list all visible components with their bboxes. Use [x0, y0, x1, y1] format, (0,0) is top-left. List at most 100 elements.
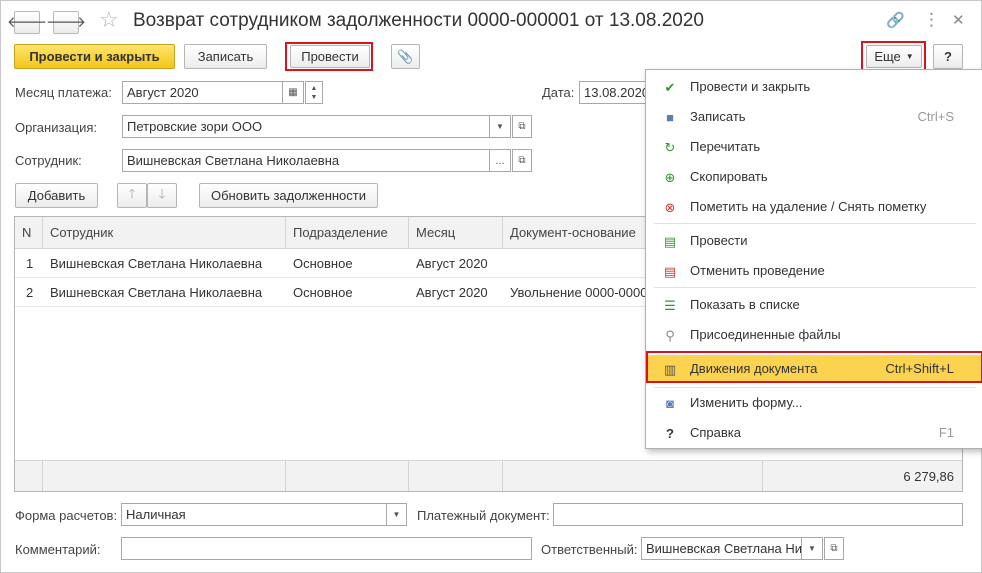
menu-item-label: Изменить форму... [690, 395, 803, 410]
payment-document-input[interactable] [553, 503, 963, 526]
comment-label: Комментарий: [15, 542, 101, 557]
column-header-month[interactable]: Месяц [409, 217, 503, 249]
more-dropdown-menu: ✔ Провести и закрыть ■ Записать Ctrl+S ↻… [645, 69, 982, 449]
cell-n: 1 [26, 256, 34, 271]
favorite-star-icon[interactable]: ☆ [99, 9, 119, 31]
menu-item-show-in-list[interactable]: ☰ Показать в списке [646, 291, 982, 319]
payment-form-select[interactable]: Наличная [121, 503, 387, 526]
mark-delete-icon: ⊗ [664, 199, 676, 215]
organization-dropdown[interactable]: ▼ [489, 115, 511, 138]
menu-item-shortcut: F1 [938, 425, 954, 440]
menu-separator [654, 387, 976, 388]
menu-item-label: Записать [690, 109, 746, 124]
close-icon[interactable]: ✕ [952, 11, 965, 29]
date-input[interactable]: 13.08.2020 [579, 81, 651, 104]
arrow-down-icon: 🡓 [158, 185, 166, 201]
arrow-up-icon: 🡑 [128, 185, 136, 201]
unpost-icon: ▤ [663, 263, 677, 279]
menu-item-label: Перечитать [690, 139, 761, 154]
column-header-employee[interactable]: Сотрудник [43, 217, 286, 249]
chevron-down-icon: ▼ [392, 510, 401, 519]
open-icon: ⧉ [518, 121, 526, 132]
calendar-button[interactable]: ▦ [282, 81, 304, 104]
calendar-icon: ▦ [288, 87, 298, 98]
more-vertical-icon[interactable]: ⋮ [923, 10, 940, 30]
menu-item-copy[interactable]: ⊕ Скопировать [646, 163, 982, 191]
month-stepper[interactable]: ▲ ▼ [305, 81, 323, 104]
menu-item-change-form[interactable]: ◙ Изменить форму... [646, 389, 982, 417]
menu-item-label: Справка [690, 425, 741, 440]
save-button[interactable]: Записать [184, 44, 267, 69]
save-icon: ■ [666, 109, 674, 125]
annotation-frame-more [861, 41, 926, 72]
change-form-icon: ◙ [666, 395, 674, 411]
refresh-debts-button[interactable]: Обновить задолженности [199, 183, 378, 208]
column-header-n[interactable]: N [15, 217, 43, 249]
month-input[interactable]: Август 2020 [122, 81, 284, 104]
month-label: Месяц платежа: [15, 85, 112, 100]
menu-item-post-and-close[interactable]: ✔ Провести и закрыть [646, 73, 982, 101]
annotation-frame-post [285, 42, 373, 71]
post-and-close-button[interactable]: Провести и закрыть [14, 44, 175, 69]
organization-label: Организация: [15, 120, 98, 135]
menu-item-shortcut: Ctrl+S [917, 109, 954, 124]
link-icon[interactable]: 🔗 [886, 11, 905, 29]
chevron-down-icon: ▼ [496, 122, 504, 131]
help-button[interactable]: ? [933, 44, 963, 69]
menu-separator [654, 223, 976, 224]
arrow-left-icon: 🡐 [6, 14, 48, 31]
organization-input[interactable]: Петровские зори ООО [122, 115, 490, 138]
column-header-department[interactable]: Подразделение [286, 217, 409, 249]
arrow-right-icon: 🡒 [45, 14, 87, 31]
footer-cell [409, 461, 503, 491]
menu-item-attached-files[interactable]: ⚲ Присоединенные файлы [646, 321, 982, 349]
menu-item-mark-delete[interactable]: ⊗ Пометить на удаление / Снять пометку [646, 193, 982, 221]
add-row-button[interactable]: Добавить [15, 183, 98, 208]
show-in-list-icon: ☰ [664, 297, 676, 313]
move-up-button[interactable]: 🡑 [117, 183, 147, 208]
payment-form-label: Форма расчетов: [15, 508, 118, 523]
cell-month: Август 2020 [416, 256, 488, 271]
responsible-dropdown[interactable]: ▼ [801, 537, 823, 560]
menu-item-post[interactable]: ▤ Провести [646, 227, 982, 255]
comment-input[interactable] [121, 537, 532, 560]
copy-icon: ⊕ [664, 169, 676, 185]
back-button[interactable]: 🡐 [7, 11, 47, 34]
menu-item-label: Пометить на удаление / Снять пометку [690, 199, 927, 214]
employee-input[interactable]: Вишневская Светлана Николаевна [122, 149, 490, 172]
reload-icon: ↻ [664, 139, 676, 155]
responsible-open-button[interactable]: ⧉ [824, 537, 844, 560]
move-down-button[interactable]: 🡓 [147, 183, 177, 208]
menu-item-label: Провести и закрыть [690, 79, 811, 94]
cell-base-document: Увольнение 0000-00000 [510, 285, 645, 300]
cell-employee: Вишневская Светлана Николаевна [50, 285, 263, 300]
employee-open-button[interactable]: ⧉ [512, 149, 532, 172]
menu-item-label: Отменить проведение [690, 263, 825, 278]
menu-item-unpost[interactable]: ▤ Отменить проведение [646, 257, 982, 285]
organization-open-button[interactable]: ⧉ [512, 115, 532, 138]
responsible-input[interactable]: Вишневская Светлана Ни [641, 537, 802, 560]
menu-item-reload[interactable]: ↻ Перечитать [646, 133, 982, 161]
attach-button[interactable]: 📎 [391, 44, 420, 69]
date-label: Дата: [542, 85, 575, 100]
footer-cell [286, 461, 409, 491]
document-window: 🡐 🡒 ☆ Возврат сотрудником задолженности … [0, 0, 982, 573]
employee-label: Сотрудник: [15, 153, 82, 168]
help-icon: ? [666, 425, 674, 441]
menu-item-help[interactable]: ? Справка F1 [646, 419, 982, 447]
menu-item-label: Провести [690, 233, 748, 248]
menu-item-label: Присоединенные файлы [690, 327, 841, 342]
cell-base-document [503, 249, 663, 278]
chevron-down-icon: ▼ [808, 544, 816, 553]
payment-form-dropdown[interactable]: ▼ [386, 503, 407, 526]
annotation-frame-movements [646, 351, 982, 383]
menu-item-save[interactable]: ■ Записать Ctrl+S [646, 103, 982, 131]
total-amount: 6 279,86 [903, 469, 954, 484]
menu-item-label: Показать в списке [690, 297, 800, 312]
footer-cell [503, 461, 763, 491]
table-footer: 6 279,86 [15, 460, 962, 491]
employee-select-button[interactable]: ... [489, 149, 511, 172]
cell-employee: Вишневская Светлана Николаевна [50, 256, 263, 271]
forward-button[interactable]: 🡒 [46, 11, 86, 34]
responsible-label: Ответственный: [541, 542, 638, 557]
